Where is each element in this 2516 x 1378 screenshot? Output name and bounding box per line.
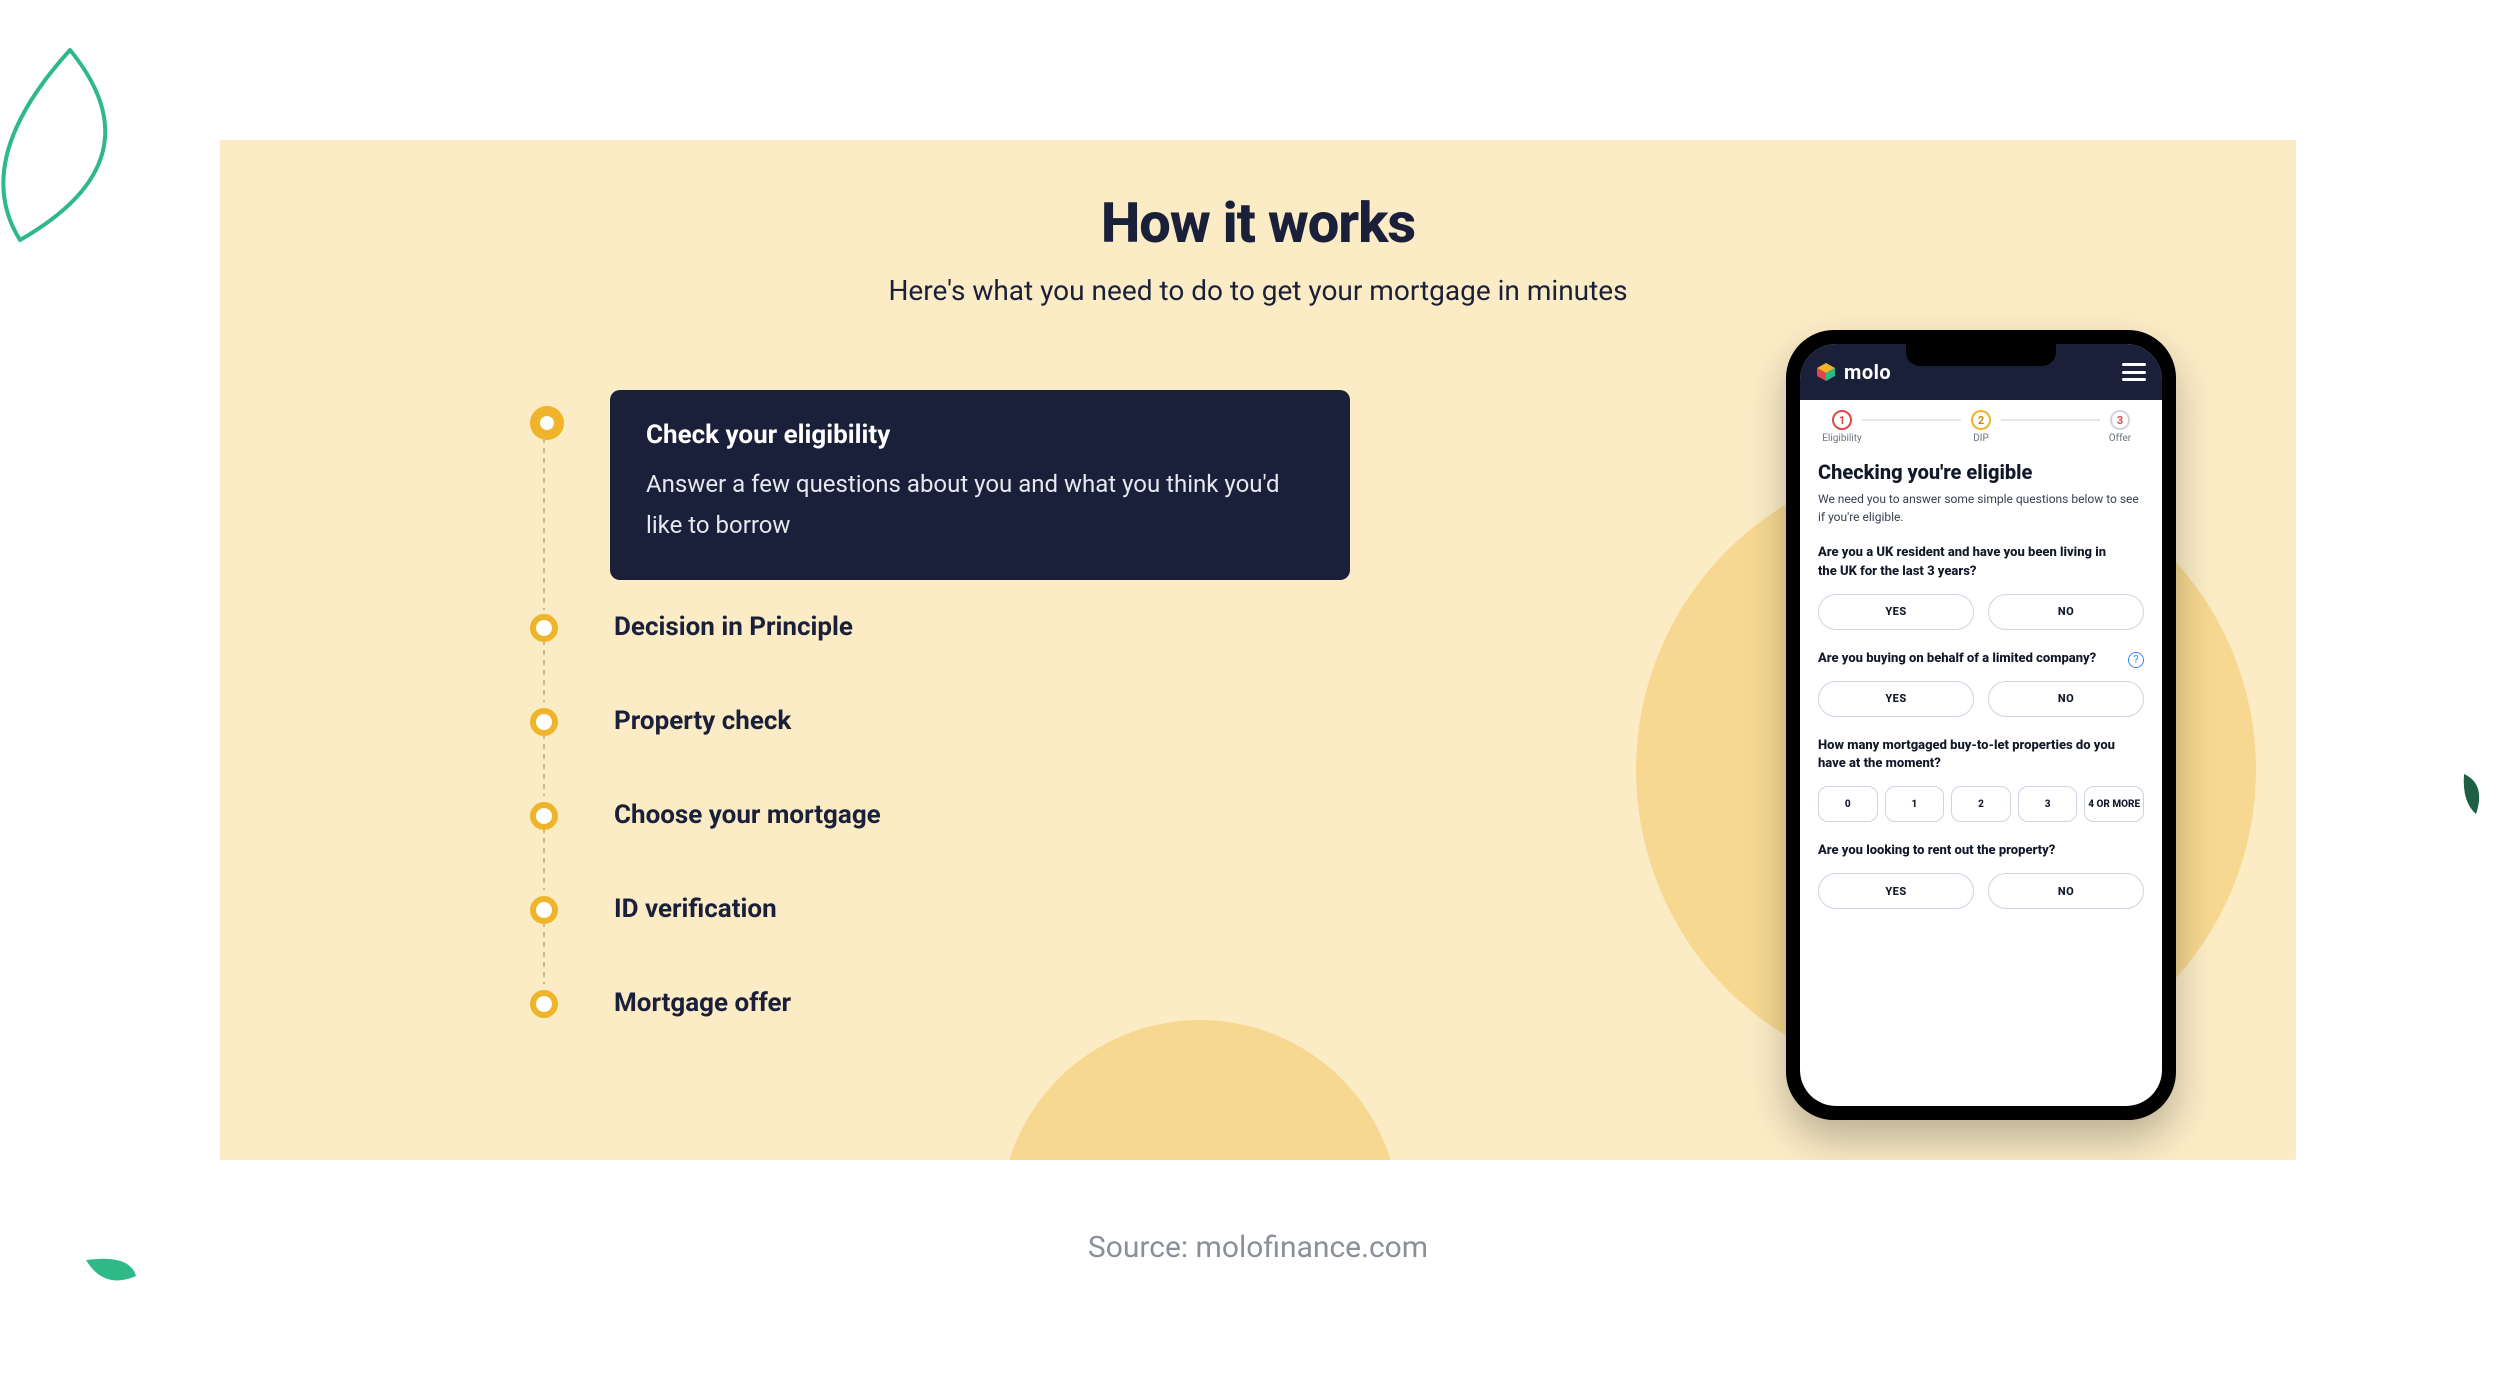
progress-label: Eligibility: [1822, 433, 1862, 444]
step-marker-icon: [530, 896, 558, 924]
question-text: How many mortgaged buy-to-let properties…: [1818, 737, 2144, 775]
question-btl-count: How many mortgaged buy-to-let properties…: [1818, 737, 2144, 823]
count-option-4plus[interactable]: 4 OR MORE: [2084, 786, 2144, 822]
phone-notch: [1906, 344, 2056, 366]
step-title: Check your eligibility: [646, 420, 1314, 450]
progress-step-offer[interactable]: 3 Offer: [2090, 410, 2150, 444]
count-option-1[interactable]: 1: [1885, 786, 1945, 822]
progress-label: DIP: [1973, 433, 1989, 444]
progress-step-dip[interactable]: 2 DIP: [1951, 410, 2011, 444]
answer-no-button[interactable]: NO: [1988, 594, 2144, 630]
progress-line: [2001, 419, 2100, 421]
step-marker-icon: [530, 990, 558, 1018]
step-marker-icon: [530, 802, 558, 830]
page-subtitle: Here's what you need to do to get your m…: [220, 274, 2296, 307]
progress-step-eligibility[interactable]: 1 Eligibility: [1812, 410, 1872, 444]
step-description: Answer a few questions about you and wha…: [646, 464, 1314, 546]
question-limited-company: Are you buying on behalf of a limited co…: [1818, 650, 2144, 717]
step-title: Mortgage offer: [614, 986, 791, 1018]
decorative-leaf-icon: [2446, 770, 2496, 820]
brand-cube-icon: [1816, 362, 1836, 382]
step-item-eligibility[interactable]: Check your eligibility Answer a few ques…: [530, 390, 1360, 580]
answer-no-button[interactable]: NO: [1988, 873, 2144, 909]
decorative-triangle-icon: [0, 30, 180, 250]
question-text: Are you looking to rent out the property…: [1818, 842, 2144, 861]
page-title: How it works: [220, 190, 2296, 256]
count-option-2[interactable]: 2: [1951, 786, 2011, 822]
phone-screen: molo 1 Eligibility 2 DIP 3: [1800, 344, 2162, 1106]
question-text: Are you a UK resident and have you been …: [1818, 544, 2144, 582]
help-icon[interactable]: ?: [2128, 652, 2144, 668]
answer-yes-button[interactable]: YES: [1818, 681, 1974, 717]
count-option-0[interactable]: 0: [1818, 786, 1878, 822]
step-title: Property check: [614, 704, 791, 736]
app-body: Checking you're eligible We need you to …: [1800, 450, 2162, 1106]
progress-circle-icon: 2: [1971, 410, 1991, 430]
step-item-mortgage-offer[interactable]: Mortgage offer: [530, 986, 1360, 1018]
brand-name: molo: [1844, 360, 1891, 384]
step-item-property-check[interactable]: Property check: [530, 704, 1360, 736]
brand[interactable]: molo: [1816, 360, 1891, 384]
question-text: Are you buying on behalf of a limited co…: [1818, 650, 2144, 669]
step-marker-icon: [530, 406, 564, 440]
answer-yes-button[interactable]: YES: [1818, 873, 1974, 909]
step-item-id-verification[interactable]: ID verification: [530, 892, 1360, 924]
screen-intro: We need you to answer some simple questi…: [1818, 490, 2144, 526]
step-marker-icon: [530, 708, 558, 736]
phone-mockup: molo 1 Eligibility 2 DIP 3: [1786, 330, 2176, 1120]
answer-no-button[interactable]: NO: [1988, 681, 2144, 717]
step-item-dip[interactable]: Decision in Principle: [530, 610, 1360, 642]
steps-timeline: Check your eligibility Answer a few ques…: [530, 390, 1360, 1018]
question-rent-out: Are you looking to rent out the property…: [1818, 842, 2144, 909]
step-item-choose-mortgage[interactable]: Choose your mortgage: [530, 798, 1360, 830]
step-title: Choose your mortgage: [614, 798, 881, 830]
step-active-card: Check your eligibility Answer a few ques…: [610, 390, 1350, 580]
progress-label: Offer: [2109, 433, 2131, 444]
answer-yes-button[interactable]: YES: [1818, 594, 1974, 630]
step-marker-icon: [530, 614, 558, 642]
menu-icon[interactable]: [2122, 363, 2146, 381]
progress-circle-icon: 3: [2110, 410, 2130, 430]
how-it-works-card: How it works Here's what you need to do …: [220, 140, 2296, 1160]
progress-line: [1862, 419, 1961, 421]
source-attribution: Source: molofinance.com: [0, 1230, 2516, 1265]
decorative-circle: [1000, 1020, 1400, 1160]
count-option-3[interactable]: 3: [2018, 786, 2078, 822]
progress-tracker: 1 Eligibility 2 DIP 3 Offer: [1800, 400, 2162, 450]
step-title: ID verification: [614, 892, 777, 924]
screen-heading: Checking you're eligible: [1818, 460, 2144, 484]
step-title: Decision in Principle: [614, 610, 853, 642]
question-uk-resident: Are you a UK resident and have you been …: [1818, 544, 2144, 630]
progress-circle-icon: 1: [1832, 410, 1852, 430]
